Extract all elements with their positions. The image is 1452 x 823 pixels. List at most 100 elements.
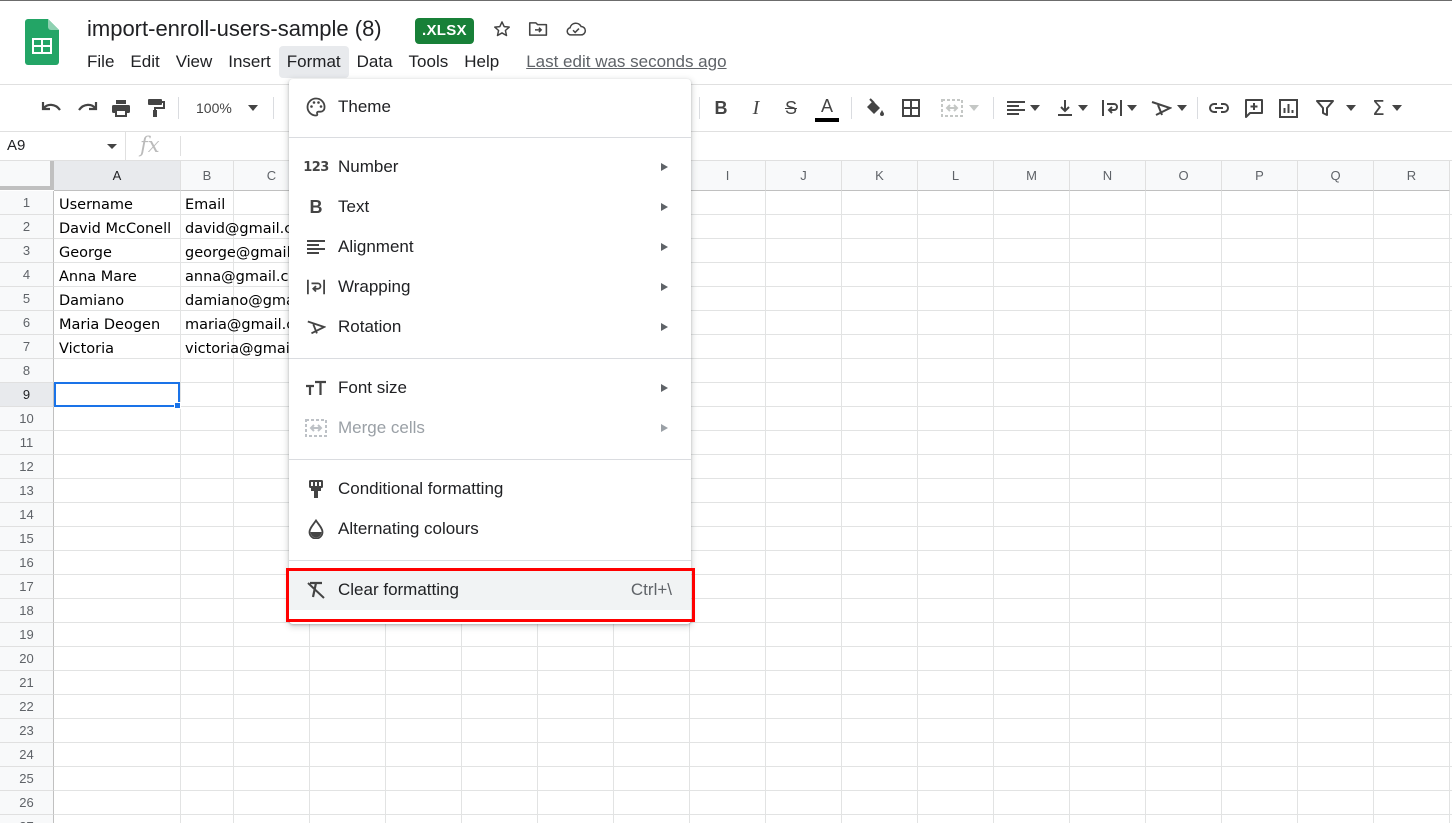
row-header-7[interactable]: 7 [0, 335, 54, 359]
file-type-badge: .XLSX [415, 18, 474, 44]
row-header-21[interactable]: 21 [0, 671, 54, 695]
menu-file[interactable]: File [79, 46, 122, 78]
menu-insert[interactable]: Insert [220, 46, 279, 78]
vertical-align-icon[interactable] [1053, 96, 1091, 120]
format-menu-clear-formatting[interactable]: Clear formatting Ctrl+\ [289, 570, 691, 610]
row-header-23[interactable]: 23 [0, 719, 54, 743]
borders-icon[interactable] [899, 96, 923, 120]
column-header-k[interactable]: K [842, 161, 918, 191]
strikethrough-icon[interactable]: S [780, 96, 802, 120]
row-header-11[interactable]: 11 [0, 431, 54, 455]
column-header-p[interactable]: P [1222, 161, 1298, 191]
column-header-j[interactable]: J [766, 161, 842, 191]
cell-a2[interactable]: David McConell [55, 217, 180, 241]
column-header-l[interactable]: L [918, 161, 994, 191]
insert-chart-icon[interactable] [1276, 96, 1300, 120]
print-icon[interactable] [109, 96, 133, 120]
filter-icon[interactable] [1313, 96, 1359, 120]
column-header-i[interactable]: I [690, 161, 766, 191]
text-color-icon[interactable]: A [814, 94, 840, 124]
name-box[interactable]: A9 [0, 132, 126, 160]
insert-link-icon[interactable] [1206, 96, 1232, 120]
row-header-14[interactable]: 14 [0, 503, 54, 527]
merge-cells-icon[interactable] [936, 96, 984, 120]
format-menu-conditional-formatting[interactable]: Conditional formatting [289, 469, 691, 509]
horizontal-align-icon[interactable] [1003, 96, 1043, 120]
row-header-24[interactable]: 24 [0, 743, 54, 767]
row-header-22[interactable]: 22 [0, 695, 54, 719]
row-header-15[interactable]: 15 [0, 527, 54, 551]
row-header-25[interactable]: 25 [0, 767, 54, 791]
cell-a1[interactable]: Username [55, 193, 180, 217]
menu-view[interactable]: View [168, 46, 221, 78]
row-header-13[interactable]: 13 [0, 479, 54, 503]
functions-icon[interactable]: Σ [1367, 96, 1407, 120]
format-menu-alternating-colours-label: Alternating colours [338, 519, 479, 538]
row-header-18[interactable]: 18 [0, 599, 54, 623]
row-header-4[interactable]: 4 [0, 263, 54, 287]
column-header-q[interactable]: Q [1298, 161, 1374, 191]
row-header-1[interactable]: 1 [0, 191, 54, 215]
row-header-26[interactable]: 26 [0, 791, 54, 815]
submenu-arrow-icon [661, 323, 668, 331]
format-menu-rotation[interactable]: Rotation [289, 307, 691, 347]
row-header-20[interactable]: 20 [0, 647, 54, 671]
format-menu-theme[interactable]: Theme [289, 87, 691, 127]
format-menu-wrapping[interactable]: Wrapping [289, 267, 691, 307]
menu-help[interactable]: Help [456, 46, 507, 78]
column-header-r[interactable]: R [1374, 161, 1450, 191]
menu-edit[interactable]: Edit [122, 46, 167, 78]
cell-a5[interactable]: Damiano [55, 289, 180, 313]
cell-a6[interactable]: Maria Deogen [55, 313, 180, 337]
star-icon[interactable] [490, 17, 514, 41]
submenu-arrow-icon [661, 384, 668, 392]
text-rotation-icon[interactable] [1148, 96, 1188, 120]
row-header-2[interactable]: 2 [0, 215, 54, 239]
fill-handle[interactable] [174, 402, 181, 409]
row-header-6[interactable]: 6 [0, 311, 54, 335]
column-header-n[interactable]: N [1070, 161, 1146, 191]
row-header-17[interactable]: 17 [0, 575, 54, 599]
format-menu-merge-cells[interactable]: Merge cells [289, 408, 691, 448]
text-wrapping-icon[interactable] [1099, 96, 1139, 120]
fill-color-icon[interactable] [862, 96, 886, 120]
sheets-logo-icon[interactable] [25, 19, 59, 65]
format-menu-number[interactable]: 123 Number [289, 147, 691, 187]
column-header-b[interactable]: B [181, 161, 234, 191]
row-header-3[interactable]: 3 [0, 239, 54, 263]
move-folder-icon[interactable] [526, 17, 550, 41]
bold-icon[interactable]: B [710, 96, 732, 120]
zoom-select[interactable]: 100% [188, 96, 266, 120]
undo-icon[interactable] [40, 96, 64, 120]
row-header-16[interactable]: 16 [0, 551, 54, 575]
row-header-27[interactable]: 27 [0, 815, 54, 823]
row-header-5[interactable]: 5 [0, 287, 54, 311]
cell-a3[interactable]: George [55, 241, 180, 265]
last-edit-link[interactable]: Last edit was seconds ago [526, 52, 726, 72]
row-header-8[interactable]: 8 [0, 359, 54, 383]
row-header-9[interactable]: 9 [0, 383, 54, 407]
menu-tools[interactable]: Tools [401, 46, 457, 78]
column-header-m[interactable]: M [994, 161, 1070, 191]
cell-a4[interactable]: Anna Mare [55, 265, 180, 289]
format-menu-alignment[interactable]: Alignment [289, 227, 691, 267]
format-menu-alternating-colours[interactable]: Alternating colours [289, 509, 691, 549]
row-header-12[interactable]: 12 [0, 455, 54, 479]
selected-cell-a9[interactable] [54, 382, 180, 407]
menu-data[interactable]: Data [349, 46, 401, 78]
format-menu-font-size[interactable]: Font size [289, 368, 691, 408]
paint-format-icon[interactable] [144, 96, 168, 120]
document-title[interactable]: import-enroll-users-sample (8) [87, 16, 382, 42]
menu-format[interactable]: Format [278, 46, 349, 78]
insert-comment-icon[interactable] [1242, 96, 1266, 120]
column-header-a[interactable]: A [54, 161, 181, 191]
cloud-saved-icon[interactable] [564, 17, 588, 41]
row-header-19[interactable]: 19 [0, 623, 54, 647]
format-menu-text[interactable]: B Text [289, 187, 691, 227]
redo-icon[interactable] [75, 96, 99, 120]
column-header-o[interactable]: O [1146, 161, 1222, 191]
row-header-10[interactable]: 10 [0, 407, 54, 431]
cell-a7[interactable]: Victoria [55, 337, 180, 361]
italic-icon[interactable]: I [745, 96, 767, 120]
select-all-corner[interactable] [0, 161, 54, 190]
